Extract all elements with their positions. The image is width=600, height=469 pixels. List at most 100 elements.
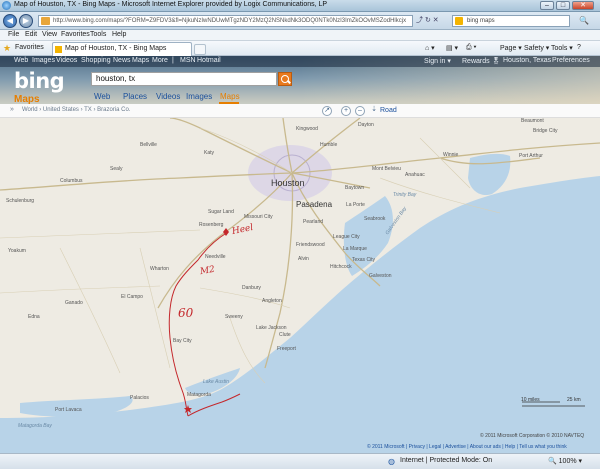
city-label-yoakum[interactable]: Yoakum <box>8 248 26 254</box>
refresh-stop-icon[interactable]: ⤴ ↻ ✕ <box>416 15 450 27</box>
city-label-pasadena[interactable]: Pasadena <box>296 200 332 209</box>
nav-news[interactable]: News <box>113 57 131 64</box>
city-label-friendswood[interactable]: Friendswood <box>296 242 325 248</box>
location-pin-icon[interactable]: ⇣ <box>369 106 379 116</box>
search-input[interactable]: bing maps <box>452 15 570 27</box>
city-label-el-campo[interactable]: El Campo <box>121 294 143 300</box>
tab-web[interactable]: Web <box>94 92 110 101</box>
sign-in-link[interactable]: Sign in ▾ <box>424 57 451 65</box>
preferences-link[interactable]: Preferences <box>552 57 590 64</box>
menu-edit[interactable]: Edit <box>25 31 37 38</box>
city-label-texas-city[interactable]: Texas City <box>352 257 375 263</box>
tools-menu[interactable]: Tools ▾ <box>551 44 573 52</box>
nav-web[interactable]: Web <box>14 57 28 64</box>
city-label-sealy[interactable]: Sealy <box>110 166 123 172</box>
city-label-katy[interactable]: Katy <box>204 150 214 156</box>
tab-images[interactable]: Images <box>186 92 212 101</box>
zoom-out-icon[interactable]: – <box>355 106 365 116</box>
city-label-la-marque[interactable]: La Marque <box>343 246 367 252</box>
city-label-mont-belvieu[interactable]: Mont Belvieu <box>372 166 401 172</box>
city-label-matagorda[interactable]: Matagorda <box>187 392 211 398</box>
zoom-level[interactable]: 🔍 100% ▾ <box>548 457 582 465</box>
print-icon[interactable]: ⎙ ▾ <box>466 44 477 52</box>
nav-more[interactable]: More <box>152 57 168 64</box>
city-label-schulenburg[interactable]: Schulenburg <box>6 198 34 204</box>
city-label-beaumont[interactable]: Beaumont <box>521 118 544 124</box>
city-label-rosenberg[interactable]: Rosenberg <box>199 222 223 228</box>
city-label-anahuac[interactable]: Anahuac <box>405 172 425 178</box>
zoom-in-icon[interactable]: + <box>341 106 351 116</box>
city-label-houston[interactable]: Houston <box>271 178 305 188</box>
city-label-galveston[interactable]: Galveston <box>369 273 392 279</box>
security-zone[interactable]: Internet | Protected Mode: On <box>400 457 492 464</box>
nav-videos[interactable]: Videos <box>56 57 77 64</box>
city-label-ganado[interactable]: Ganado <box>65 300 83 306</box>
nav-images[interactable]: Images <box>32 57 55 64</box>
favorites-button[interactable]: Favorites <box>15 44 44 51</box>
map-search-button[interactable] <box>278 72 292 86</box>
minimize-button[interactable]: – <box>540 1 554 10</box>
back-button[interactable]: ◀ <box>3 14 17 28</box>
nav-hotmail[interactable]: Hotmail <box>197 57 221 64</box>
new-tab-button[interactable] <box>194 44 206 55</box>
tab-maps[interactable]: Maps <box>220 92 240 101</box>
city-label-sweeny[interactable]: Sweeny <box>225 314 243 320</box>
city-label-alvin[interactable]: Alvin <box>298 256 309 262</box>
bing-logo[interactable]: bing <box>14 69 65 93</box>
city-label-league-city[interactable]: League City <box>333 234 360 240</box>
location-link[interactable]: Houston, Texas <box>503 57 551 64</box>
close-button[interactable]: ✕ <box>572 1 594 10</box>
nav-maps[interactable]: Maps <box>132 57 149 64</box>
feeds-icon[interactable]: ▤ ▾ <box>446 44 458 52</box>
city-label-bay-city[interactable]: Bay City <box>173 338 192 344</box>
map-canvas[interactable]: Houston Pasadena Baytown La Porte Sugar … <box>0 118 600 453</box>
menu-tools[interactable]: Tools <box>90 31 106 38</box>
city-label-needville[interactable]: Needville <box>205 254 226 260</box>
nav-msn[interactable]: MSN <box>180 57 196 64</box>
city-label-angleton[interactable]: Angleton <box>262 298 282 304</box>
breadcrumb[interactable]: World › United States › TX › Brazoria Co… <box>22 107 130 113</box>
city-label-bridge-city[interactable]: Bridge City <box>533 128 557 134</box>
forward-button[interactable]: ▶ <box>19 14 33 28</box>
city-label-palacios[interactable]: Palacios <box>130 395 149 401</box>
nav-shopping[interactable]: Shopping <box>81 57 111 64</box>
directions-icon[interactable]: ↗ <box>322 106 332 116</box>
city-label-lake-jackson[interactable]: Lake Jackson <box>256 325 287 331</box>
page-menu[interactable]: Page ▾ <box>500 44 522 52</box>
help-icon[interactable]: ? <box>577 44 581 51</box>
menu-favorites[interactable]: Favorites <box>61 31 90 38</box>
home-icon[interactable]: ⌂ ▾ <box>425 44 435 52</box>
safety-menu[interactable]: Safety ▾ <box>524 44 549 52</box>
search-go-icon[interactable]: 🔍 <box>573 15 595 27</box>
menu-file[interactable]: File <box>8 31 19 38</box>
city-label-port-arthur[interactable]: Port Arthur <box>519 153 543 159</box>
city-label-missouri-city[interactable]: Missouri City <box>244 214 273 220</box>
city-label-pearland[interactable]: Pearland <box>303 219 323 225</box>
footer-links[interactable]: © 2011 Microsoft | Privacy | Legal | Adv… <box>367 444 567 450</box>
city-label-danbury[interactable]: Danbury <box>242 285 261 291</box>
city-label-kingwood[interactable]: Kingwood <box>296 126 318 132</box>
map-search-input[interactable]: houston, tx <box>91 72 277 86</box>
menu-help[interactable]: Help <box>112 31 126 38</box>
city-label-hitchcock[interactable]: Hitchcock <box>330 264 352 270</box>
city-label-port-lavaca[interactable]: Port Lavaca <box>55 407 82 413</box>
tab-videos[interactable]: Videos <box>156 92 180 101</box>
rewards-link[interactable]: Rewards 🎖 <box>462 57 500 65</box>
favorites-star-icon[interactable]: ★ <box>3 43 11 54</box>
road-view-toggle[interactable]: Road <box>380 107 397 114</box>
city-label-freeport[interactable]: Freeport <box>277 346 296 352</box>
city-label-bellville[interactable]: Bellville <box>140 142 157 148</box>
city-label-wharton[interactable]: Wharton <box>150 266 169 272</box>
tab-places[interactable]: Places <box>123 92 147 101</box>
url-field[interactable]: http://www.bing.com/maps/?FORM=Z9FDV3&fl… <box>38 15 413 27</box>
collapse-chevron-icon[interactable]: » <box>10 106 14 113</box>
city-label-humble[interactable]: Humble <box>320 142 337 148</box>
city-label-sugar-land[interactable]: Sugar Land <box>208 209 234 215</box>
city-label-clute[interactable]: Clute <box>279 332 291 338</box>
city-label-edna[interactable]: Edna <box>28 314 40 320</box>
menu-view[interactable]: View <box>42 31 57 38</box>
tab-bing-maps[interactable]: Map of Houston, TX - Bing Maps <box>52 42 192 56</box>
city-label-winnie[interactable]: Winnie <box>443 152 458 158</box>
city-label-columbus[interactable]: Columbus <box>60 178 83 184</box>
city-label-dayton[interactable]: Dayton <box>358 122 374 128</box>
